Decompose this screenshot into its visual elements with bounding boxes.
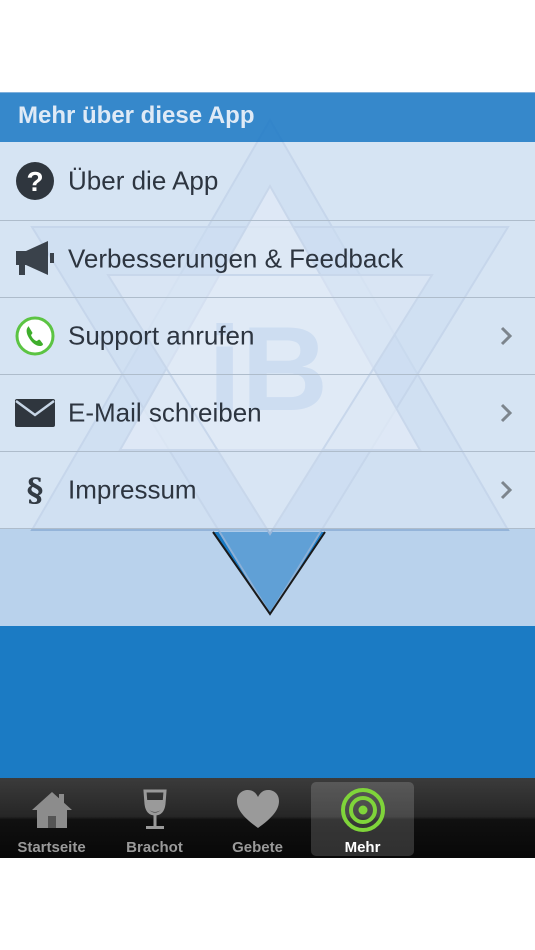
chevron-right-icon bbox=[500, 326, 513, 346]
menu-item-email[interactable]: E-Mail schreiben bbox=[0, 375, 535, 452]
menu-item-about[interactable]: ? Über die App bbox=[0, 142, 535, 221]
tab-label: Startseite bbox=[17, 839, 86, 856]
envelope-icon bbox=[14, 392, 56, 434]
top-blank-area bbox=[0, 0, 535, 92]
tab-gebete[interactable]: Gebete bbox=[206, 782, 309, 856]
menu-item-label: E-Mail schreiben bbox=[68, 397, 262, 428]
chevron-right-icon bbox=[500, 403, 513, 423]
chevron-right-icon bbox=[500, 480, 513, 500]
tab-bar: Startseite Brachot Gebete Mehr bbox=[0, 778, 535, 858]
paragraph-icon: § bbox=[14, 469, 56, 511]
menu-item-label: Über die App bbox=[68, 165, 219, 196]
bottom-blank-area bbox=[0, 858, 535, 950]
section-header: Mehr über diese App bbox=[0, 92, 535, 142]
tab-label: Gebete bbox=[232, 839, 283, 856]
paragraph-glyph: § bbox=[26, 471, 44, 509]
menu-item-feedback[interactable]: Verbesserungen & Feedback bbox=[0, 221, 535, 298]
content-area: iB Mehr über diese App ? Über die App bbox=[0, 92, 535, 778]
menu-list: ? Über die App Verbesserungen & Feedback bbox=[0, 142, 535, 529]
menu-item-label: Support anrufen bbox=[68, 320, 255, 351]
svg-text:?: ? bbox=[26, 166, 43, 197]
tab-mehr[interactable]: Mehr bbox=[311, 782, 414, 856]
phone-icon bbox=[14, 315, 56, 357]
menu-item-support-call[interactable]: Support anrufen bbox=[0, 298, 535, 375]
tab-startseite[interactable]: Startseite bbox=[0, 782, 103, 856]
menu-item-label: Impressum bbox=[68, 474, 197, 505]
question-icon: ? bbox=[14, 160, 56, 202]
megaphone-icon bbox=[14, 238, 56, 280]
wine-glass-icon bbox=[142, 789, 167, 829]
tab-brachot[interactable]: Brachot bbox=[103, 782, 206, 856]
heart-icon bbox=[236, 790, 279, 828]
target-icon bbox=[340, 788, 385, 832]
tab-label: Mehr bbox=[344, 839, 381, 856]
home-icon bbox=[31, 792, 72, 828]
tab-label: Brachot bbox=[126, 839, 183, 856]
menu-item-imprint[interactable]: § Impressum bbox=[0, 452, 535, 529]
app-screen: iB Mehr über diese App ? Über die App bbox=[0, 0, 535, 950]
menu-item-label: Verbesserungen & Feedback bbox=[68, 243, 404, 274]
